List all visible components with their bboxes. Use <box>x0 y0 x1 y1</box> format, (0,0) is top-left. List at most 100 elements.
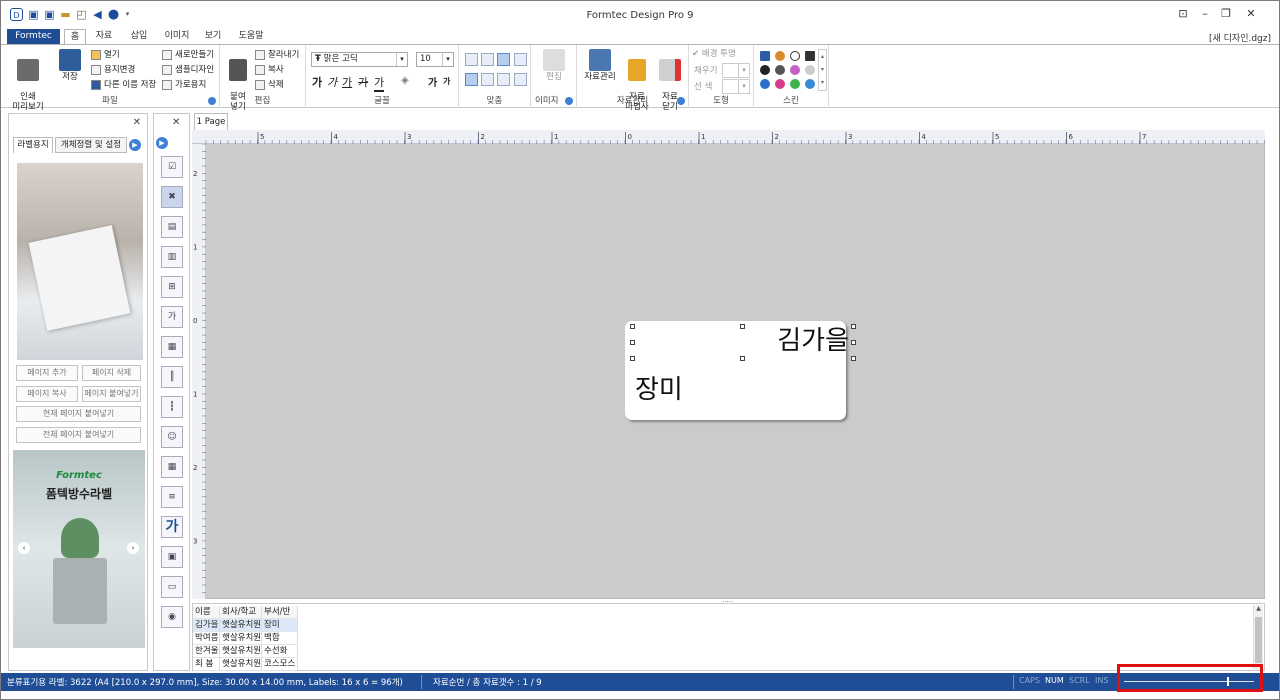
list-tool-icon[interactable]: ≡ <box>161 486 183 508</box>
skin-orange-swatch[interactable] <box>775 51 785 61</box>
close-toolstrip-icon[interactable]: ✕ <box>172 117 180 128</box>
delete-button[interactable]: 삭제 <box>255 78 284 92</box>
align-middle-right-icon[interactable] <box>497 73 510 86</box>
tab-data[interactable]: 자료 <box>92 29 116 44</box>
grid-cell-company[interactable]: 햇살유치원 <box>220 632 262 645</box>
skin-dark-swatch[interactable] <box>805 51 815 61</box>
paste-current-page-button[interactable]: 현재 페이지 붙여넣기 <box>16 406 141 422</box>
pointer-tool-icon[interactable]: ✖ <box>161 186 183 208</box>
transparent-bg-checkbox[interactable]: ✔ 배경 투명 <box>692 47 736 61</box>
distribute-vertical-icon[interactable] <box>514 73 527 86</box>
font-tool-icon[interactable]: 가 <box>161 516 183 538</box>
select-tool-icon[interactable]: ☑ <box>161 156 183 178</box>
font-name-select[interactable]: Ŧ 맑은 고딕 ▾ <box>311 52 408 67</box>
close-button[interactable]: ✕ <box>1243 7 1259 21</box>
fill-color-picker[interactable]: ▾ <box>722 63 750 78</box>
tab-home[interactable]: 홈 <box>64 29 86 44</box>
tab-help[interactable]: 도움말 <box>235 29 267 44</box>
grid-cell-company[interactable]: 햇살유치원 <box>220 645 262 658</box>
data-manage-button[interactable]: 자료관리 <box>583 49 617 82</box>
copy-page-button[interactable]: 페이지 복사 <box>16 386 78 402</box>
grid-cell-dept[interactable]: 백합 <box>262 632 298 645</box>
grid-cell-name[interactable]: 최 봄 <box>193 658 220 671</box>
italic-button[interactable]: 가 <box>327 74 337 90</box>
skin-blue-swatch[interactable] <box>760 51 770 61</box>
ad-next-icon[interactable]: › <box>127 542 139 554</box>
tab-formtec[interactable]: Formtec <box>7 29 60 44</box>
landscape-button[interactable]: 가로용지 <box>162 78 206 92</box>
highlight-color-icon[interactable]: ◈ <box>401 75 409 86</box>
data-group-launcher-icon[interactable] <box>677 97 685 105</box>
grid-cell-dept[interactable]: 수선화 <box>262 645 298 658</box>
resize-handle[interactable] <box>740 356 745 361</box>
resize-handle[interactable] <box>851 324 856 329</box>
tab-image[interactable]: 이미지 <box>162 29 192 44</box>
barcode-2-tool-icon[interactable]: ┇ <box>161 396 183 418</box>
resize-handle[interactable] <box>740 324 745 329</box>
grid-cell-name[interactable]: 한겨울 <box>193 645 220 658</box>
toolstrip-expand-icon[interactable]: ▶ <box>156 137 168 149</box>
line-color-picker[interactable]: ▾ <box>722 79 750 94</box>
tab-page-1[interactable]: 1 Page <box>194 113 228 130</box>
add-page-button[interactable]: 페이지 추가 <box>16 365 78 381</box>
background-tool-icon[interactable]: ▭ <box>161 576 183 598</box>
grid-header-name[interactable]: 이름 <box>193 606 220 619</box>
resize-handle[interactable] <box>630 324 635 329</box>
tab-insert[interactable]: 삽입 <box>127 29 151 44</box>
sample-design-button[interactable]: 샘플디자인 <box>162 63 214 77</box>
label-name-text[interactable]: 김가을 <box>777 325 849 357</box>
skin-sky-swatch[interactable] <box>805 79 815 89</box>
close-panel-icon[interactable]: ✕ <box>133 117 141 128</box>
skin-silver-swatch[interactable] <box>805 65 815 75</box>
skin-star-blue-swatch[interactable] <box>760 79 770 89</box>
tab-object-align[interactable]: 개체정렬 및 설정 <box>55 137 127 153</box>
new-button[interactable]: 새로만들기 <box>162 48 214 62</box>
strikethrough-button[interactable]: 가 <box>358 74 368 90</box>
open-button[interactable]: 열기 <box>91 48 120 62</box>
table-tool-icon[interactable]: ▦ <box>161 456 183 478</box>
save-button[interactable]: 저장 <box>58 49 82 82</box>
scroll-thumb[interactable] <box>1255 617 1262 663</box>
shrink-font-button[interactable]: 가 <box>443 76 450 87</box>
skin-star-swatch[interactable] <box>790 51 800 61</box>
grow-font-button[interactable]: 가 <box>428 74 437 89</box>
align-top-center-icon[interactable] <box>481 53 494 66</box>
cut-button[interactable]: 잘라내기 <box>255 48 299 62</box>
scroll-up-icon[interactable]: ▲ <box>1254 605 1263 612</box>
barcode-tool-icon[interactable]: ║ <box>161 366 183 388</box>
align-top-left-icon[interactable] <box>465 53 478 66</box>
skin-black-swatch[interactable] <box>760 65 770 75</box>
grid-cell-dept[interactable]: 장미 <box>262 619 298 632</box>
image-group-launcher-icon[interactable] <box>565 97 573 105</box>
save-as-button[interactable]: 다른 이름 저장 <box>91 78 156 92</box>
resize-handle[interactable] <box>630 356 635 361</box>
paste-page-button[interactable]: 페이지 붙여넣기 <box>82 386 141 402</box>
align-top-right-icon[interactable] <box>497 53 510 66</box>
restore-button[interactable]: ❐ <box>1218 7 1234 21</box>
skin-pink-swatch[interactable] <box>775 79 785 89</box>
qr-code-tool-icon[interactable]: ▦ <box>161 336 183 358</box>
ad-banner[interactable]: Formtec 폼텍방수라벨 ‹ › <box>13 450 145 648</box>
bold-button[interactable]: 가 <box>312 74 322 90</box>
label-dept-text[interactable]: 장미 <box>635 374 683 406</box>
skin-green-swatch[interactable] <box>790 79 800 89</box>
tab-view[interactable]: 보기 <box>201 29 225 44</box>
grid-cell-dept[interactable]: 코스모스 <box>262 658 298 671</box>
distribute-horizontal-icon[interactable] <box>514 53 527 66</box>
tab-label-paper[interactable]: 라벨용지 <box>13 137 53 153</box>
font-size-select[interactable]: 10 ▾ <box>416 52 454 67</box>
skin-gallery-scroll[interactable]: ▴ ▾ ▾ <box>818 49 827 91</box>
file-group-launcher-icon[interactable] <box>208 97 216 105</box>
grid-header-company[interactable]: 회사/학교 <box>220 606 262 619</box>
font-color-button[interactable]: 가 <box>374 74 385 92</box>
change-paper-button[interactable]: 용지변경 <box>91 63 135 77</box>
picture-tool-icon[interactable]: ▣ <box>161 546 183 568</box>
ad-prev-icon[interactable]: ‹ <box>18 542 30 554</box>
underline-button[interactable]: 가 <box>342 74 352 90</box>
text-effect-tool-icon[interactable]: 가 <box>161 306 183 328</box>
image-tool-icon[interactable]: ☺ <box>161 426 183 448</box>
disc-tool-icon[interactable]: ◉ <box>161 606 183 628</box>
resize-handle[interactable] <box>851 356 856 361</box>
grid-scrollbar[interactable]: ▲ <box>1253 605 1263 669</box>
grid-cell-company[interactable]: 햇살유치원 <box>220 658 262 671</box>
